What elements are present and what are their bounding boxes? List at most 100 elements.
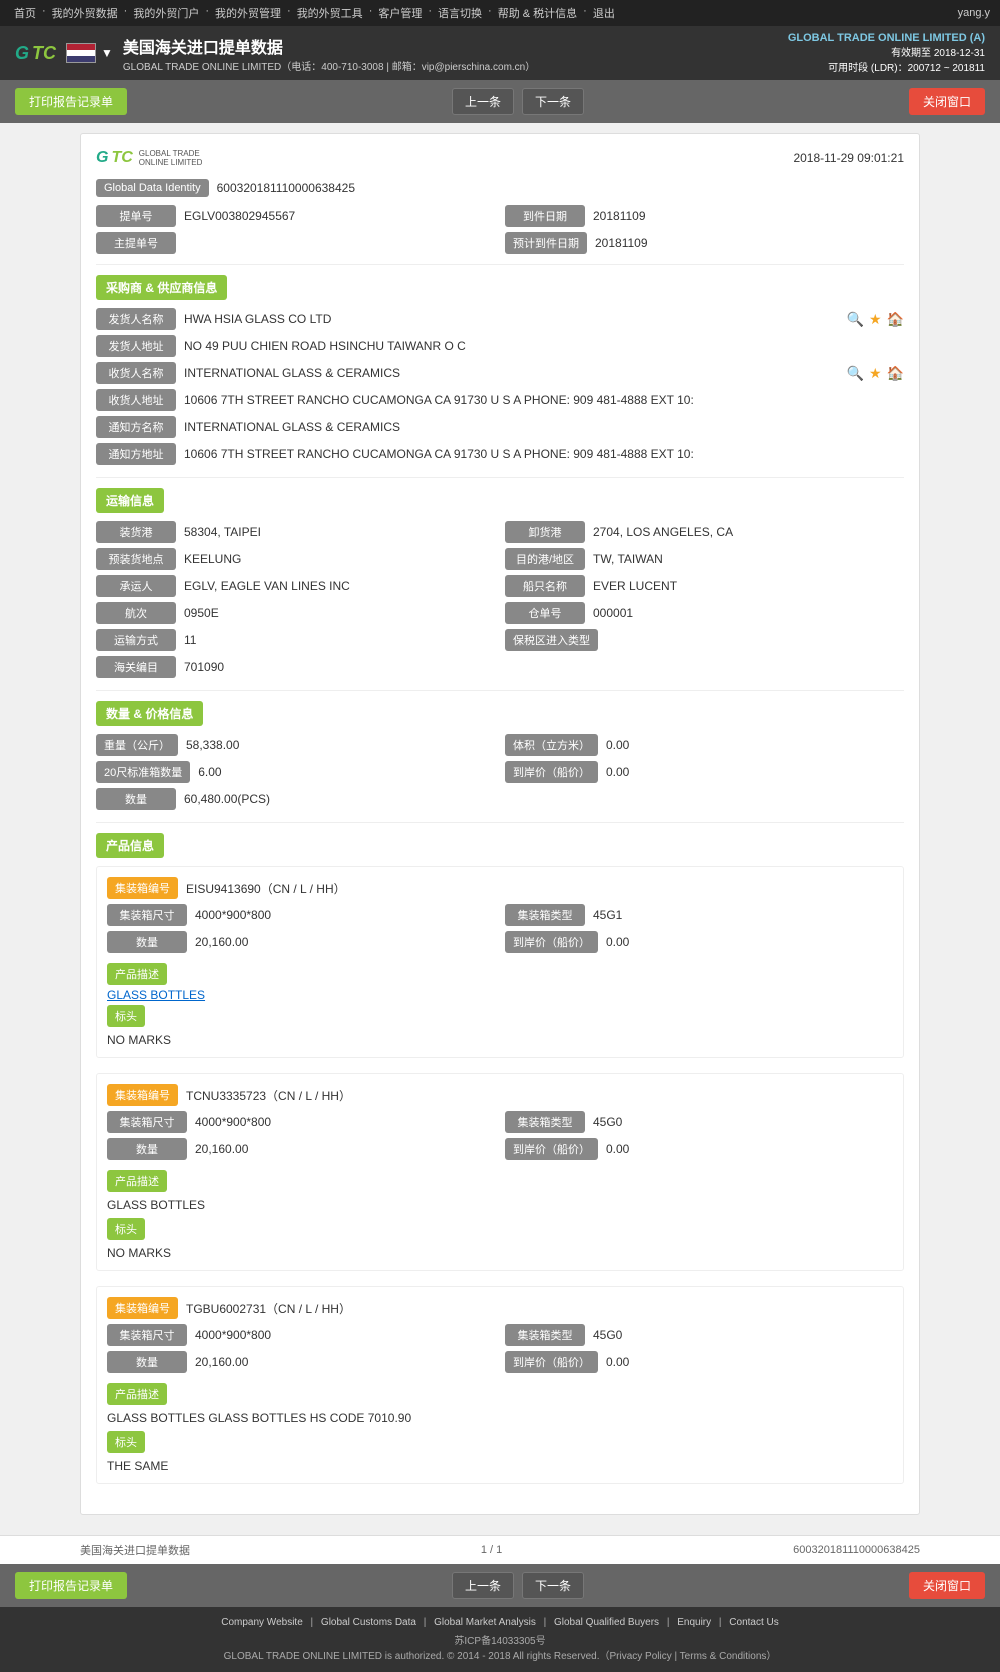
customs-code-row: 海关编目 701090 [96,656,904,678]
desc-link-0[interactable]: GLASS BOTTLES [107,988,205,1002]
weight-field: 重量（公斤） 58,338.00 [96,734,495,756]
nav-logout[interactable]: 退出 [593,5,615,21]
size-value-1: 4000*900*800 [195,1115,495,1129]
nav-home[interactable]: 首页 [14,5,36,21]
shipper-name-label: 发货人名称 [96,308,176,330]
consignee-address-row: 收货人地址 10606 7TH STREET RANCHO CUCAMONGA … [96,389,904,411]
prev-button-top[interactable]: 上一条 [452,88,514,115]
marks-block-0: 标头 [107,1002,893,1030]
destination-field: 目的港/地区 TW, TAIWAN [505,548,904,570]
footer-link-market[interactable]: Global Market Analysis [434,1617,536,1628]
consignee-address-label: 收货人地址 [96,389,176,411]
carrier-field: 承运人 EGLV, EAGLE VAN LINES INC [96,575,495,597]
container-price-row: 20尺标准箱数量 6.00 到岸价（船价） 0.00 [96,761,904,783]
footer-link-customs[interactable]: Global Customs Data [321,1617,416,1628]
size-type-row-0: 集装箱尺寸 4000*900*800 集装箱类型 45G1 [107,904,893,926]
footer-link-company[interactable]: Company Website [221,1617,303,1628]
quantity-price-section: 数量 & 价格信息 重量（公斤） 58,338.00 体积（立方米） 0.00 … [96,701,904,810]
warehouse-no-value: 000001 [593,606,904,620]
container20-label: 20尺标准箱数量 [96,761,190,783]
desc-text-2: GLASS BOTTLES GLASS BOTTLES HS CODE 7010… [107,1411,893,1425]
container-no-row-0: 集装箱编号 EISU9413690（CN / L / HH） [107,877,893,899]
quantity-label: 数量 [96,788,176,810]
logo-g: G [15,43,29,64]
consignee-search-icon[interactable]: 🔍 [847,365,864,382]
quantity-row: 数量 60,480.00(PCS) [96,788,904,810]
warehouse-no-field: 仓单号 000001 [505,602,904,624]
nav-buttons-top: 上一条 下一条 [452,88,584,115]
us-flag [66,43,96,63]
notify-name-value: INTERNATIONAL GLASS & CERAMICS [184,420,904,434]
insurance-mode-field: 保税区进入类型 [505,629,904,651]
desc-title-2: 产品描述 [107,1383,167,1405]
shipper-star-icon[interactable]: ★ [869,311,882,328]
price-field-0: 到岸价（船价） 0.00 [505,931,893,953]
declared-price-field: 到岸价（船价） 0.00 [505,761,904,783]
card-logo-g: G [96,149,108,167]
transport-mode-insurance-row: 运输方式 11 保税区进入类型 [96,629,904,651]
price-value-0: 0.00 [606,935,893,949]
container-no-value-0: EISU9413690（CN / L / HH） [186,880,893,897]
departure-date-value: 20181109 [593,209,904,223]
type-label-2: 集装箱类型 [505,1324,585,1346]
container20-value: 6.00 [198,765,495,779]
shipper-home-icon[interactable]: 🏠 [887,311,904,328]
nav-clients[interactable]: 客户管理 [378,5,422,21]
transport-section: 运输信息 装货港 58304, TAIPEI 卸货港 2704, LOS ANG… [96,488,904,678]
marks-title-0: 标头 [107,1005,145,1027]
desc-value-0: GLASS BOTTLES [107,988,893,1002]
vessel-field: 船只名称 EVER LUCENT [505,575,904,597]
marks-block-2: 标头 [107,1428,893,1456]
valid-until: 有效期至 2018-12-31 [788,44,985,59]
consignee-home-icon[interactable]: 🏠 [887,365,904,382]
departure-date-field: 到件日期 20181109 [505,205,904,227]
qty-value-1: 20,160.00 [195,1142,495,1156]
shipper-search-icon[interactable]: 🔍 [847,311,864,328]
nav-portal[interactable]: 我的外贸门户 [133,5,199,21]
print-button-bottom[interactable]: 打印报告记录单 [15,1572,127,1599]
close-button-bottom[interactable]: 关闭窗口 [909,1572,985,1599]
bill-no-value: EGLV003802945567 [184,209,495,223]
prev-button-bottom[interactable]: 上一条 [452,1572,514,1599]
nav-my-data[interactable]: 我的外贸数据 [52,5,118,21]
site-footer: Company Website | Global Customs Data | … [0,1607,1000,1672]
marks-title-1: 标头 [107,1218,145,1240]
volume-value: 0.00 [606,738,904,752]
footer-link-buyers[interactable]: Global Qualified Buyers [554,1617,659,1628]
quantity-value: 60,480.00(PCS) [184,792,904,806]
discharge-port-field: 卸货港 2704, LOS ANGELES, CA [505,521,904,543]
size-value-2: 4000*900*800 [195,1328,495,1342]
footer-link-enquiry[interactable]: Enquiry [677,1617,711,1628]
footer-link-contact[interactable]: Contact Us [729,1617,778,1628]
type-label-1: 集装箱类型 [505,1111,585,1133]
nav-manage[interactable]: 我的外贸管理 [215,5,281,21]
notify-name-row: 通知方名称 INTERNATIONAL GLASS & CERAMICS [96,416,904,438]
next-button-top[interactable]: 下一条 [522,88,584,115]
next-button-bottom[interactable]: 下一条 [522,1572,584,1599]
nav-language[interactable]: 语言切换 [438,5,482,21]
nav-help[interactable]: 帮助 & 税计信息 [498,5,577,21]
shipper-address-label: 发货人地址 [96,335,176,357]
print-button-top[interactable]: 打印报告记录单 [15,88,127,115]
discharge-port-label: 卸货港 [505,521,585,543]
desc-title-0: 产品描述 [107,963,167,985]
gdi-value: 600320181110000638425 [217,181,355,195]
container-no-value-2: TGBU6002731（CN / L / HH） [186,1300,893,1317]
customs-code-label: 海关编目 [96,656,176,678]
load-port-value: 58304, TAIPEI [184,525,495,539]
record-card: G TC GLOBAL TRADEONLINE LIMITED 2018-11-… [80,133,920,1515]
declared-price-value: 0.00 [606,765,904,779]
shipper-address-value: NO 49 PUU CHIEN ROAD HSINCHU TAIWANR O C [184,339,904,353]
copyright-info: GLOBAL TRADE ONLINE LIMITED is authorize… [10,1647,990,1662]
company-name: GLOBAL TRADE ONLINE LIMITED (A) [788,32,985,44]
bottom-action-bar: 打印报告记录单 上一条 下一条 关闭窗口 [0,1564,1000,1607]
load-discharge-row: 装货港 58304, TAIPEI 卸货港 2704, LOS ANGELES,… [96,521,904,543]
nav-links[interactable]: 首页 · 我的外贸数据 · 我的外贸门户 · 我的外贸管理 · 我的外贸工具 ·… [10,5,619,21]
consignee-star-icon[interactable]: ★ [869,365,882,382]
close-button-top[interactable]: 关闭窗口 [909,88,985,115]
nav-tools[interactable]: 我的外贸工具 [297,5,363,21]
product-item-1: 集装箱编号 TCNU3335723（CN / L / HH） 集装箱尺寸 400… [96,1073,904,1271]
marks-block-1: 标头 [107,1215,893,1243]
footer-links[interactable]: Company Website | Global Customs Data | … [10,1617,990,1628]
user-label: yang.y [958,7,990,19]
